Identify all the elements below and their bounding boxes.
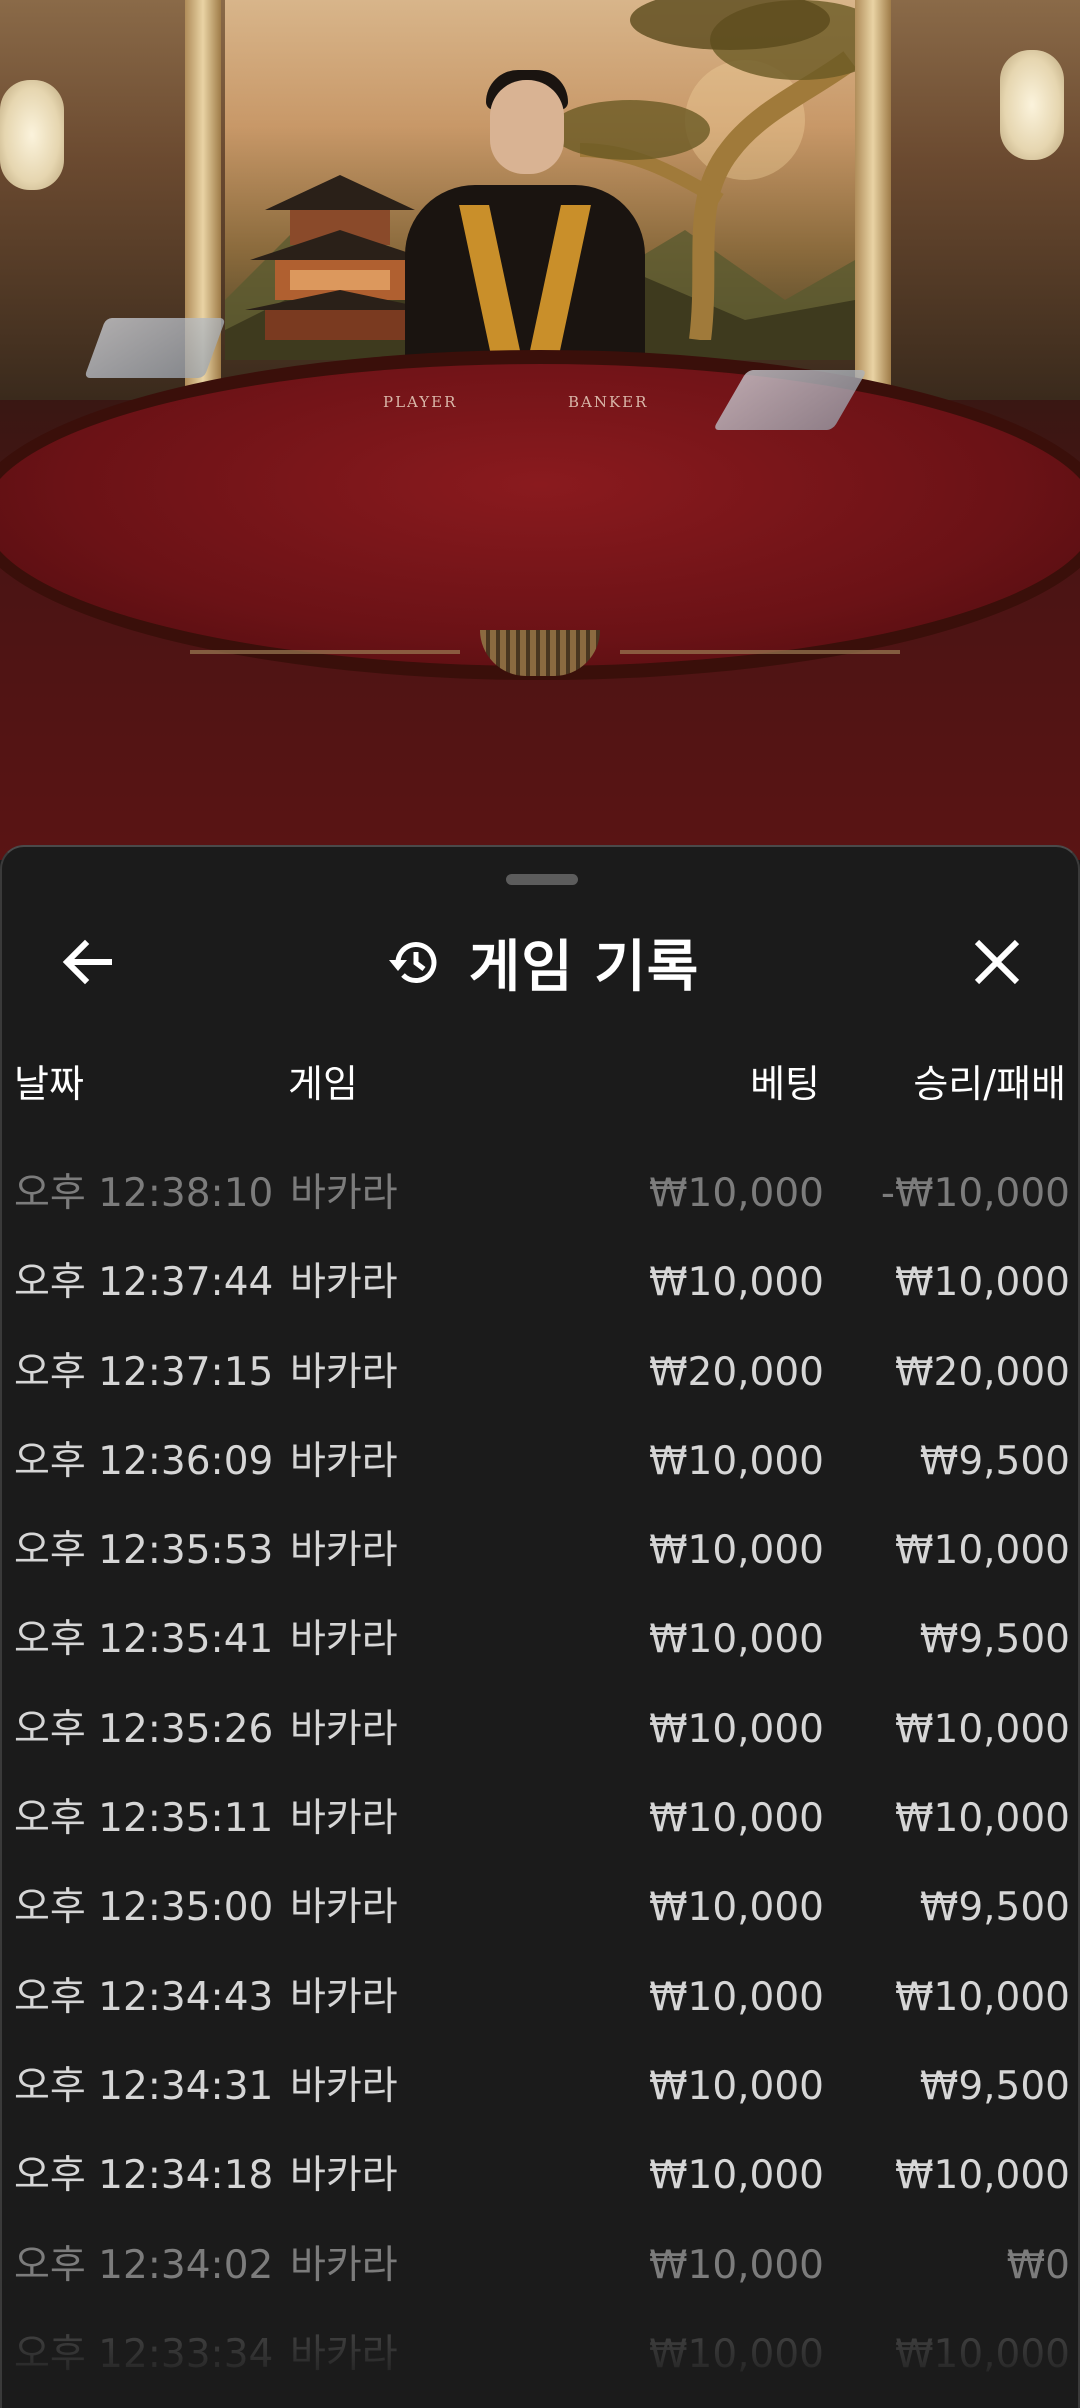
- history-icon: [385, 932, 445, 992]
- row-result: ₩10,000: [894, 1974, 1070, 2020]
- history-row[interactable]: 오후 12:35:53 바카라 ₩10,000 ₩10,000: [2, 1506, 1078, 1595]
- history-row[interactable]: 오후 12:34:31 바카라 ₩10,000 ₩9,500: [2, 2042, 1078, 2131]
- row-bet: ₩10,000: [648, 2331, 824, 2377]
- row-game: 바카라: [290, 1438, 398, 1484]
- close-button[interactable]: [952, 917, 1042, 1007]
- row-result: ₩9,500: [919, 1617, 1070, 1663]
- row-date: 오후 12:34:02: [14, 2242, 274, 2288]
- row-bet: ₩20,000: [648, 1349, 824, 1395]
- row-result: ₩0: [1006, 2242, 1070, 2288]
- row-game: 바카라: [290, 1528, 398, 1574]
- row-date: 오후 12:35:00: [14, 1885, 274, 1931]
- column-header-bet: 베팅: [750, 1062, 820, 1106]
- column-header-date: 날짜: [14, 1062, 84, 1106]
- history-row[interactable]: 오후 12:37:15 바카라 ₩20,000 ₩20,000: [2, 1328, 1078, 1417]
- history-row[interactable]: 오후 12:35:00 바카라 ₩10,000 ₩9,500: [2, 1863, 1078, 1952]
- row-game: 바카라: [290, 1171, 398, 1216]
- row-date: 오후 12:35:11: [14, 1796, 274, 1842]
- row-game: 바카라: [290, 1617, 398, 1663]
- table-rail-right: [620, 650, 900, 654]
- history-list[interactable]: 오후 12:38:10 바카라 ₩10,000 -₩10,000 오후 12:3…: [2, 1149, 1078, 2399]
- row-bet: ₩10,000: [648, 2063, 824, 2109]
- right-lantern: [1000, 50, 1064, 160]
- row-result: ₩10,000: [894, 2331, 1070, 2377]
- history-row[interactable]: 오후 12:36:09 바카라 ₩10,000 ₩9,500: [2, 1417, 1078, 1506]
- game-history-sheet: 게임 기록 날짜 게임 베팅 승리/패배 오후 12:38:10 바카라 ₩10…: [0, 845, 1080, 2408]
- banker-label: BANKER: [568, 393, 649, 411]
- row-result: -₩10,000: [880, 1171, 1070, 1216]
- row-result: ₩10,000: [894, 1706, 1070, 1752]
- close-icon: [974, 939, 1020, 985]
- back-button[interactable]: [42, 917, 132, 1007]
- history-row[interactable]: 오후 12:35:11 바카라 ₩10,000 ₩10,000: [2, 1774, 1078, 1863]
- row-bet: ₩10,000: [648, 1528, 824, 1574]
- card-shoe-left: [84, 318, 226, 378]
- row-date: 오후 12:37:44: [14, 1260, 274, 1306]
- row-date: 오후 12:33:34: [14, 2331, 274, 2377]
- row-date: 오후 12:34:31: [14, 2063, 274, 2109]
- live-video-feed: PLAYER BANKER: [0, 0, 1080, 860]
- row-date: 오후 12:36:09: [14, 1438, 274, 1484]
- row-bet: ₩10,000: [648, 1260, 824, 1306]
- row-bet: ₩10,000: [648, 1438, 824, 1484]
- row-date: 오후 12:37:15: [14, 1349, 274, 1395]
- right-pillar: [855, 0, 891, 420]
- row-bet: ₩10,000: [648, 1617, 824, 1663]
- row-game: 바카라: [290, 2063, 398, 2109]
- history-row[interactable]: 오후 12:38:10 바카라 ₩10,000 -₩10,000: [2, 1149, 1078, 1238]
- row-bet: ₩10,000: [648, 1974, 824, 2020]
- row-date: 오후 12:38:10: [14, 1171, 274, 1216]
- history-row[interactable]: 오후 12:35:26 바카라 ₩10,000 ₩10,000: [2, 1685, 1078, 1774]
- history-row[interactable]: 오후 12:34:43 바카라 ₩10,000 ₩10,000: [2, 1953, 1078, 2042]
- sheet-drag-handle[interactable]: [506, 874, 578, 885]
- row-date: 오후 12:34:18: [14, 2153, 274, 2199]
- row-result: ₩9,500: [919, 2063, 1070, 2109]
- row-game: 바카라: [290, 1796, 398, 1842]
- row-date: 오후 12:35:53: [14, 1528, 274, 1574]
- row-bet: ₩10,000: [648, 1171, 824, 1216]
- row-bet: ₩10,000: [648, 1706, 824, 1752]
- history-row[interactable]: 오후 12:34:02 바카라 ₩10,000 ₩0: [2, 2221, 1078, 2310]
- player-label: PLAYER: [383, 393, 458, 411]
- row-date: 오후 12:35:41: [14, 1617, 274, 1663]
- history-row[interactable]: 오후 12:35:41 바카라 ₩10,000 ₩9,500: [2, 1595, 1078, 1684]
- arrow-left-icon: [62, 939, 112, 985]
- column-header-game: 게임: [288, 1062, 358, 1106]
- row-game: 바카라: [290, 1974, 398, 2020]
- row-result: ₩20,000: [894, 1349, 1070, 1395]
- history-row[interactable]: 오후 12:33:34 바카라 ₩10,000 ₩10,000: [2, 2310, 1078, 2399]
- row-result: ₩9,500: [919, 1438, 1070, 1484]
- row-game: 바카라: [290, 1260, 398, 1306]
- column-header-result: 승리/패배: [913, 1062, 1066, 1106]
- row-game: 바카라: [290, 2331, 398, 2377]
- history-row[interactable]: 오후 12:37:44 바카라 ₩10,000 ₩10,000: [2, 1238, 1078, 1327]
- row-result: ₩10,000: [894, 1528, 1070, 1574]
- row-date: 오후 12:35:26: [14, 1706, 274, 1752]
- dealer-face: [490, 80, 564, 174]
- history-row[interactable]: 오후 12:34:18 바카라 ₩10,000 ₩10,000: [2, 2131, 1078, 2220]
- row-result: ₩10,000: [894, 2153, 1070, 2199]
- row-bet: ₩10,000: [648, 1885, 824, 1931]
- row-bet: ₩10,000: [648, 1796, 824, 1842]
- row-bet: ₩10,000: [648, 2242, 824, 2288]
- row-game: 바카라: [290, 2153, 398, 2199]
- row-result: ₩10,000: [894, 1796, 1070, 1842]
- row-game: 바카라: [290, 1706, 398, 1752]
- left-lantern: [0, 80, 64, 190]
- row-result: ₩9,500: [919, 1885, 1070, 1931]
- row-date: 오후 12:34:43: [14, 1974, 274, 2020]
- row-game: 바카라: [290, 2242, 398, 2288]
- table-rail-left: [190, 650, 460, 654]
- row-result: ₩10,000: [894, 1260, 1070, 1306]
- sheet-title: 게임 기록: [468, 934, 700, 1000]
- row-game: 바카라: [290, 1349, 398, 1395]
- row-game: 바카라: [290, 1885, 398, 1931]
- sheet-header: 게임 기록: [2, 897, 1078, 1017]
- row-bet: ₩10,000: [648, 2153, 824, 2199]
